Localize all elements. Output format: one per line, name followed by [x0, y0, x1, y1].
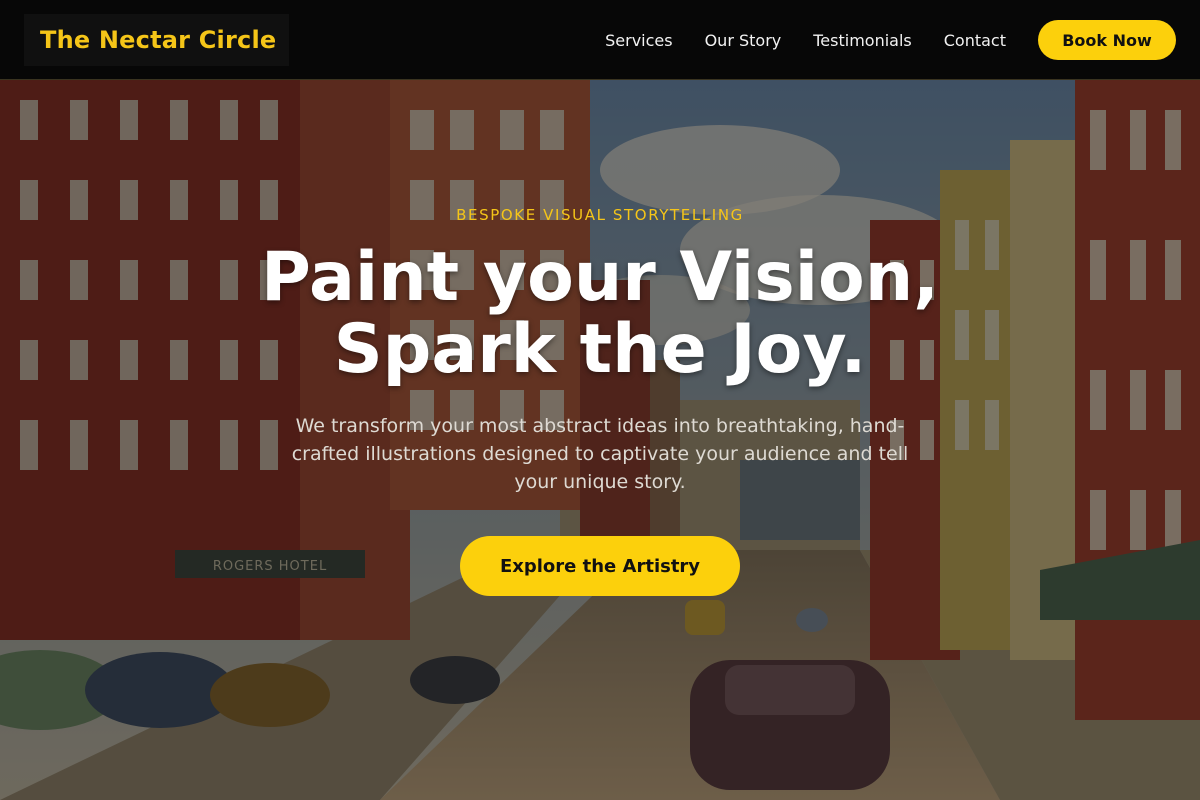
site-header: The Nectar Circle Services Our Story Tes… [0, 0, 1200, 80]
hero-content: BESPOKE VISUAL STORYTELLING Paint your V… [0, 80, 1200, 800]
logo-text: The Nectar Circle [40, 26, 277, 54]
hero-section: ROGERS HOTEL BESPOKE VISUAL STORYTELLING… [0, 80, 1200, 800]
explore-artistry-button[interactable]: Explore the Artistry [460, 536, 740, 596]
hero-subtext: We transform your most abstract ideas in… [291, 415, 909, 493]
nav-link-services[interactable]: Services [605, 31, 672, 50]
nav-link-our-story[interactable]: Our Story [705, 31, 782, 50]
book-now-button[interactable]: Book Now [1038, 20, 1176, 60]
hero-headline: Paint your Vision, Spark the Joy. [150, 242, 1050, 386]
hero-headline-line2: Spark the Joy. [333, 310, 867, 389]
logo[interactable]: The Nectar Circle [24, 14, 289, 66]
hero-headline-line1: Paint your Vision, [261, 238, 939, 317]
nav-link-testimonials[interactable]: Testimonials [813, 31, 912, 50]
nav-link-contact[interactable]: Contact [944, 31, 1006, 50]
main-nav: Services Our Story Testimonials Contact … [605, 20, 1176, 60]
hero-eyebrow: BESPOKE VISUAL STORYTELLING [456, 206, 744, 224]
